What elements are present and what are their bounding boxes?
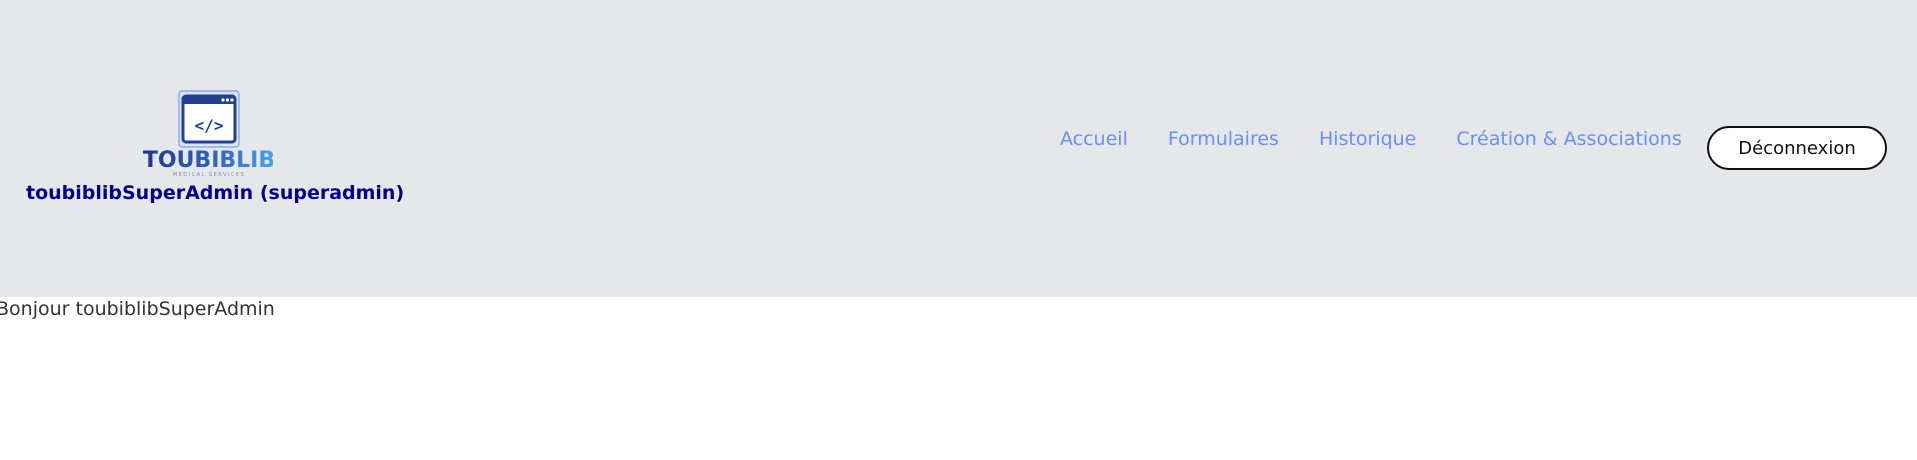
nav-link-historique[interactable]: Historique bbox=[1319, 128, 1416, 150]
svg-text:</>: </> bbox=[195, 116, 224, 135]
code-window-icon: </> bbox=[178, 90, 240, 148]
top-header: </> TOUBIBLIB MEDICAL SERVICES toubiblib… bbox=[0, 0, 1917, 297]
greeting-text: Bonjour toubiblibSuperAdmin bbox=[0, 298, 275, 320]
logo-brand-text: TOUBIBLIB bbox=[143, 148, 273, 173]
nav-link-creation-associations[interactable]: Création & Associations bbox=[1456, 128, 1681, 150]
brand-block: </> TOUBIBLIB MEDICAL SERVICES toubiblib… bbox=[26, 90, 405, 204]
toubiblib-logo[interactable]: </> TOUBIBLIB MEDICAL SERVICES bbox=[133, 90, 273, 178]
main-nav: Accueil Formulaires Historique Création … bbox=[1060, 128, 1722, 150]
nav-link-formulaires[interactable]: Formulaires bbox=[1168, 128, 1279, 150]
logout-button[interactable]: Déconnexion bbox=[1707, 126, 1887, 170]
nav-link-accueil[interactable]: Accueil bbox=[1060, 128, 1128, 150]
current-user-label: toubiblibSuperAdmin (superadmin) bbox=[26, 182, 405, 204]
logo-tagline: MEDICAL SERVICES bbox=[173, 172, 245, 178]
